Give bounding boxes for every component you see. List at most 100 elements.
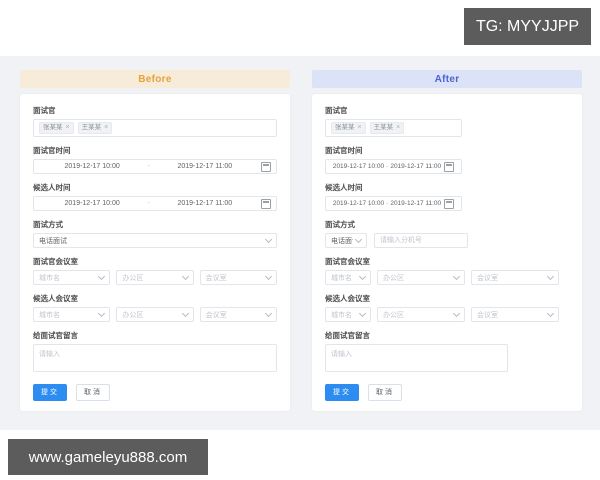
office-placeholder: 办公区: [122, 274, 144, 282]
chevron-down-icon: [264, 272, 273, 281]
office-placeholder: 办公区: [383, 311, 404, 319]
candidate-time-label: 候选人时间: [325, 183, 363, 192]
message-label: 给面试官留言: [325, 331, 370, 340]
room-select[interactable]: 会议室: [471, 270, 559, 285]
candidate-time-picker[interactable]: 2019-12-17 10:00 - 2019-12-17 11:00: [325, 196, 462, 211]
message-field: 给面试官留言: [33, 331, 277, 372]
interviewer-time-field: 面试官时间 2019-12-17 10:00 - 2019-12-17 11:0…: [325, 146, 569, 174]
remove-tag-icon[interactable]: ×: [396, 124, 400, 132]
method-select[interactable]: 电话面试: [33, 233, 277, 248]
remove-tag-icon[interactable]: ×: [358, 124, 362, 132]
interviewer-time-picker[interactable]: 2019-12-17 10:00 - 2019-12-17 11:00: [33, 159, 277, 174]
interviewer-field: 面试官 张某某 × 王某某 ×: [33, 106, 277, 137]
candidate-room-selects: 城市名 办公区 会议室: [33, 307, 277, 322]
tg-watermark-badge: TG: MYYJJPP: [464, 8, 591, 45]
before-card: 面试官 张某某 × 王某某 × 面试官时间 2019-12-17 10:00 -…: [20, 94, 290, 411]
method-value: 电话面试: [39, 237, 67, 245]
date-start: 2019-12-17 10:00: [64, 163, 120, 170]
site-watermark-badge: www.gameleyu888.com: [8, 439, 208, 475]
after-card: 面试官 张某某 × 王某某 × 面试官时间 2019-12-17 10:00 -…: [312, 94, 582, 411]
candidate-room-field: 候选人会议室 城市名 办公区 会议室: [33, 294, 277, 322]
method-field: 面试方式 电话面试: [325, 220, 569, 248]
form-actions: 提交 取消: [325, 384, 569, 401]
after-header: After: [312, 70, 582, 88]
interviewer-tag: 王某某 ×: [77, 122, 113, 134]
tag-label: 王某某: [81, 124, 102, 131]
chevron-down-icon: [181, 309, 189, 318]
interviewer-time-picker[interactable]: 2019-12-17 10:00 - 2019-12-17 11:00: [325, 159, 462, 174]
chevron-down-icon: [546, 309, 555, 318]
message-textarea[interactable]: [325, 344, 508, 372]
method-label: 面试方式: [325, 220, 355, 229]
remove-tag-icon[interactable]: ×: [66, 124, 70, 132]
chevron-down-icon: [98, 309, 106, 318]
submit-button[interactable]: 提交: [33, 384, 67, 401]
method-select[interactable]: 电话面试: [325, 233, 367, 248]
interviewer-room-selects: 城市名 办公区 会议室: [325, 270, 569, 285]
city-select[interactable]: 城市名: [33, 307, 111, 322]
candidate-time-label: 候选人时间: [33, 183, 71, 192]
cancel-button[interactable]: 取消: [76, 384, 110, 401]
method-field: 面试方式 电话面试: [33, 220, 277, 248]
message-label: 给面试官留言: [33, 331, 78, 340]
office-select[interactable]: 办公区: [377, 270, 465, 285]
office-select[interactable]: 办公区: [377, 307, 465, 322]
screen: Before 面试官 张某某 × 王某某 × 面试官时间 2019-12-17 …: [0, 0, 600, 480]
interviewer-room-label: 面试官会议室: [325, 257, 370, 266]
office-select[interactable]: 办公区: [116, 307, 194, 322]
candidate-room-label: 候选人会议室: [325, 294, 370, 303]
date-end: 2019-12-17 11:00: [177, 200, 233, 207]
city-select[interactable]: 城市名: [33, 270, 111, 285]
extension-input[interactable]: [374, 233, 468, 248]
interviewer-tag: 张某某 ×: [39, 122, 74, 134]
remove-tag-icon[interactable]: ×: [104, 124, 108, 132]
room-select[interactable]: 会议室: [199, 307, 277, 322]
room-placeholder: 会议室: [205, 274, 227, 282]
site-watermark-text: www.gameleyu888.com: [28, 448, 188, 466]
city-placeholder: 城市名: [331, 274, 352, 282]
chevron-down-icon: [358, 272, 367, 281]
message-textarea[interactable]: [33, 344, 277, 372]
interviewer-room-field: 面试官会议室 城市名 办公区 会议室: [33, 257, 277, 285]
interviewer-tags-input[interactable]: 张某某 × 王某某 ×: [33, 119, 277, 137]
chevron-down-icon: [354, 235, 363, 244]
date-start: 2019-12-17 10:00: [332, 200, 385, 207]
room-select[interactable]: 会议室: [199, 270, 277, 285]
office-select[interactable]: 办公区: [116, 270, 194, 285]
method-row: 电话面试: [325, 233, 569, 248]
chevron-down-icon: [358, 309, 367, 318]
before-header: Before: [20, 70, 290, 88]
panel-after: After 面试官 张某某 × 王某某 × 面试官时间 2019-12-17 1…: [312, 70, 582, 411]
candidate-time-picker[interactable]: 2019-12-17 10:00 - 2019-12-17 11:00: [33, 196, 277, 211]
city-select[interactable]: 城市名: [325, 270, 371, 285]
interviewer-time-label: 面试官时间: [33, 146, 71, 155]
chevron-down-icon: [98, 272, 106, 281]
chevron-down-icon: [452, 272, 461, 281]
submit-button[interactable]: 提交: [325, 384, 359, 401]
chevron-down-icon: [181, 272, 189, 281]
office-placeholder: 办公区: [122, 311, 144, 319]
message-field: 给面试官留言: [325, 331, 569, 372]
interviewer-tag: 王某某 ×: [369, 122, 405, 134]
tag-label: 王某某: [373, 124, 394, 131]
interviewer-room-field: 面试官会议室 城市名 办公区 会议室: [325, 257, 569, 285]
after-title: After: [434, 73, 460, 85]
calendar-icon: [261, 161, 271, 172]
interviewer-room-selects: 城市名 办公区 会议室: [33, 270, 277, 285]
chevron-down-icon: [546, 272, 555, 281]
room-select[interactable]: 会议室: [471, 307, 559, 322]
interviewer-time-field: 面试官时间 2019-12-17 10:00 - 2019-12-17 11:0…: [33, 146, 277, 174]
interviewer-label: 面试官: [33, 106, 56, 115]
tg-watermark-text: TG: MYYJJPP: [475, 17, 580, 35]
chevron-down-icon: [264, 309, 273, 318]
city-select[interactable]: 城市名: [325, 307, 371, 322]
cancel-button[interactable]: 取消: [368, 384, 402, 401]
interviewer-tags-input[interactable]: 张某某 × 王某某 ×: [325, 119, 462, 137]
form-actions: 提交 取消: [33, 384, 277, 401]
city-placeholder: 城市名: [39, 274, 60, 282]
method-value: 电话面试: [331, 237, 353, 245]
interviewer-label: 面试官: [325, 106, 348, 115]
candidate-room-field: 候选人会议室 城市名 办公区 会议室: [325, 294, 569, 322]
date-end: 2019-12-17 11:00: [390, 200, 442, 207]
before-title: Before: [138, 73, 172, 85]
